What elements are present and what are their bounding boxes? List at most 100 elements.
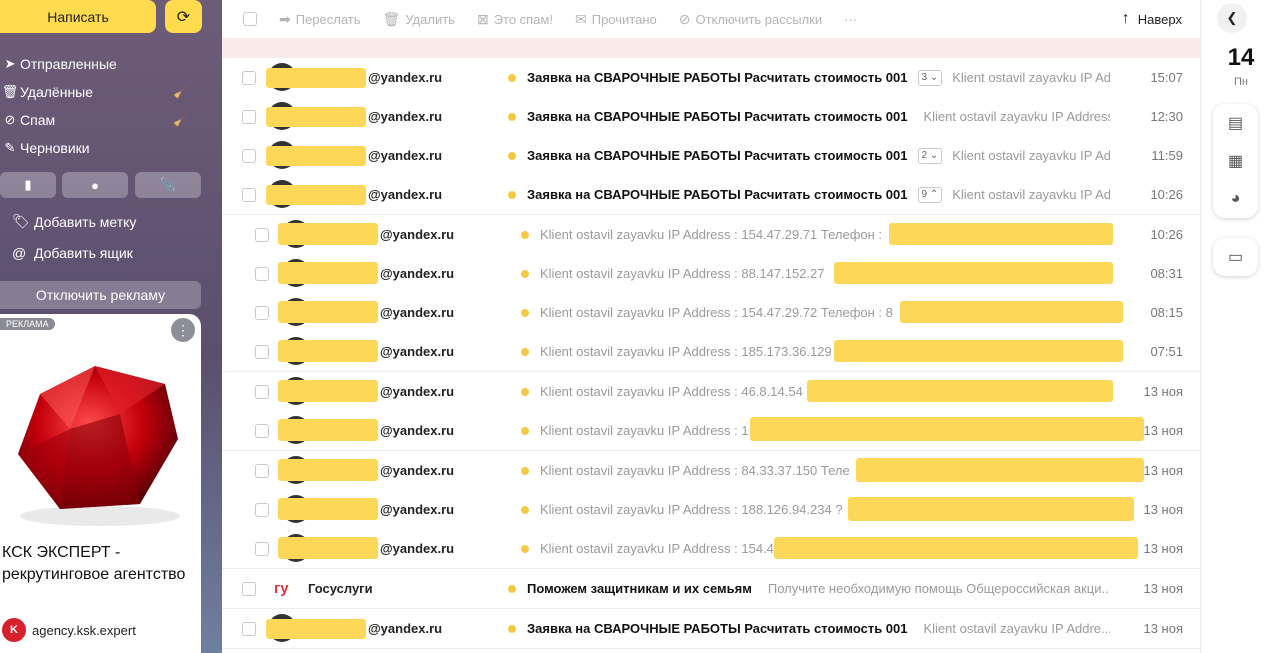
select-all-checkbox[interactable] <box>243 12 257 26</box>
thread-count[interactable]: 3 ⌄ <box>917 69 943 86</box>
pie-chart-icon[interactable]: ◕ <box>1213 180 1258 218</box>
gosuslugi-logo-icon: гу <box>274 580 289 597</box>
widgets-icon[interactable]: ▦ <box>1213 142 1258 180</box>
snippet: Klient ostavil zayavku IP Address : 154.… <box>540 541 774 556</box>
unread-dot[interactable] <box>508 624 516 633</box>
redaction-mask <box>889 223 1113 245</box>
thread-row[interactable]: @yandex.ru Klient ostavil zayavku IP Add… <box>222 215 1200 255</box>
note-icon[interactable]: ▭ <box>1213 238 1258 276</box>
unread-dot[interactable] <box>521 308 529 317</box>
thread-row[interactable]: @yandex.ru Klient ostavil zayavku IP Add… <box>222 411 1200 451</box>
message-checkbox[interactable] <box>242 621 256 636</box>
more-button[interactable]: ··· <box>844 12 857 27</box>
message-checkbox[interactable] <box>255 384 269 399</box>
thread-row[interactable]: @yandex.ru Klient ostavil zayavku IP Add… <box>222 372 1200 412</box>
folder-drafts[interactable]: ✎ Черновики <box>0 135 200 161</box>
thread-row[interactable]: @yandex.ru Klient ostavil zayavku IP Add… <box>222 293 1200 333</box>
ad-site[interactable]: Kagency.ksk.expert <box>2 618 136 642</box>
message-row[interactable]: @yandex.ru Заявка на СВАРОЧНЫЕ РАБОТЫ Ра… <box>222 97 1200 137</box>
time: 13 ноя <box>1143 581 1183 596</box>
thread-row[interactable]: @yandex.ru Klient ostavil zayavku IP Add… <box>222 332 1200 372</box>
thread-count[interactable]: 2 ⌄ <box>917 147 943 164</box>
partial-message-row[interactable] <box>222 38 1200 59</box>
clean-icon[interactable]: 🧹 <box>173 85 188 99</box>
attachment-filter-button[interactable]: 📎 <box>135 172 201 198</box>
ad-title[interactable]: КСК ЭКСПЕРТ - рекрутинговое агентство <box>2 542 192 586</box>
thread-count[interactable]: 9 ⌃ <box>917 186 943 203</box>
folder-trash[interactable]: 🗑 Удалённые 🧹 <box>0 79 200 105</box>
folder-sent[interactable]: ➤ Отправленные <box>0 51 200 77</box>
unread-dot[interactable] <box>508 73 516 82</box>
add-box-link[interactable]: @ Добавить ящик <box>12 245 133 261</box>
thread-row[interactable]: @yandex.ru Klient ostavil zayavku IP Add… <box>222 254 1200 294</box>
unread-dot[interactable] <box>521 347 529 356</box>
compose-button[interactable]: Написать <box>0 0 156 33</box>
message-row[interactable]: гу Госуслуги Поможем защитникам и их сем… <box>222 569 1200 609</box>
message-row[interactable]: @yandex.ru Заявка на СВАРОЧНЫЕ РАБОТЫ Ра… <box>222 175 1200 215</box>
folder-label: Отправленные <box>20 56 117 72</box>
message-checkbox[interactable] <box>242 109 256 124</box>
time: 10:26 <box>1150 187 1183 202</box>
unread-dot[interactable] <box>521 387 529 396</box>
message-checkbox[interactable] <box>242 70 256 85</box>
redaction-mask <box>900 301 1123 323</box>
time: 12:30 <box>1150 109 1183 124</box>
message-row[interactable]: @yandex.ru Заявка на СВАРОЧНЫЕ РАБОТЫ Ра… <box>222 609 1200 649</box>
message-checkbox[interactable] <box>255 266 269 281</box>
unread-dot[interactable] <box>521 544 529 553</box>
scroll-top-button[interactable]: ↑ Наверх <box>1122 10 1182 28</box>
apps-panel: ▤ ▦ ◕ <box>1213 104 1258 218</box>
unread-dot[interactable] <box>521 230 529 239</box>
message-checkbox[interactable] <box>255 423 269 438</box>
message-body: Заявка на СВАРОЧНЫЕ РАБОТЫ Расчитать сто… <box>527 621 1110 636</box>
unsubscribe-button[interactable]: ⊘ Отключить рассылки <box>679 11 822 28</box>
tag-icon: 🏷 <box>12 213 30 229</box>
message-checkbox[interactable] <box>255 463 269 478</box>
message-checkbox[interactable] <box>255 502 269 517</box>
top-label: Наверх <box>1137 11 1182 27</box>
thread-row[interactable]: @yandex.ru Klient ostavil zayavku IP Add… <box>222 529 1200 569</box>
add-label-text: Добавить метку <box>34 213 137 230</box>
notes-icon[interactable]: ▤ <box>1213 104 1258 142</box>
message-checkbox[interactable] <box>242 581 256 596</box>
spam-button[interactable]: ⊠ Это спам! <box>477 11 553 28</box>
unread-filter-button[interactable]: ● <box>62 172 128 198</box>
message-row[interactable]: @yandex.ru Заявка на СВАРОЧНЫЕ РАБОТЫ Ра… <box>222 136 1200 176</box>
message-checkbox[interactable] <box>255 344 269 359</box>
message-checkbox[interactable] <box>255 227 269 242</box>
mark-read-button[interactable]: ✉ Прочитано <box>575 11 657 28</box>
thread-row[interactable]: @yandex.ru Klient ostavil zayavku IP Add… <box>222 451 1200 491</box>
unread-dot[interactable] <box>521 426 529 435</box>
snippet: Klient ostavil zayavku IP Address <box>952 70 1110 85</box>
message-body: Поможем защитникам и их семьям Получите н… <box>527 581 1110 596</box>
clean-icon[interactable]: 🧹 <box>173 113 188 127</box>
trash-icon: 🗑 <box>382 10 401 27</box>
unread-dot[interactable] <box>508 190 516 199</box>
ad-banner[interactable]: РЕКЛАМА ⋮ КСК ЭКСПЕРТ - рекрутинговое аг… <box>0 314 201 653</box>
unread-dot[interactable] <box>521 269 529 278</box>
message-row[interactable]: @yandex.ru Заявка на СВАРОЧНЫЕ РАБОТЫ Ра… <box>222 58 1200 98</box>
folder-spam[interactable]: ⊘ Спам 🧹 <box>0 107 200 133</box>
sidebar: Написать ⟳ ➤ Отправленные 🗑 Удалённые 🧹 ⊘ С… <box>0 0 222 653</box>
more-icon[interactable]: ⋮ <box>171 318 195 342</box>
disable-ads-button[interactable]: Отключить рекламу <box>0 281 201 309</box>
refresh-button[interactable]: ⟳ <box>165 0 202 33</box>
message-checkbox[interactable] <box>242 148 256 163</box>
unread-dot[interactable] <box>521 505 529 514</box>
time: 11:59 <box>1151 148 1183 163</box>
calendar-day[interactable]: 14 <box>1201 44 1280 72</box>
bookmark-filter-button[interactable]: ▮ <box>0 172 56 198</box>
redaction-mask <box>856 458 1144 482</box>
delete-button[interactable]: 🗑 Удалить <box>383 11 455 28</box>
unread-dot[interactable] <box>508 584 516 593</box>
message-checkbox[interactable] <box>255 541 269 556</box>
message-checkbox[interactable] <box>255 305 269 320</box>
unread-dot[interactable] <box>521 466 529 475</box>
unread-dot[interactable] <box>508 112 516 121</box>
collapse-button[interactable]: ❮ <box>1217 3 1247 33</box>
unread-dot[interactable] <box>508 151 516 160</box>
message-checkbox[interactable] <box>242 187 256 202</box>
add-label-link[interactable]: 🏷 Добавить метку <box>12 213 136 230</box>
thread-row[interactable]: @yandex.ru Klient ostavil zayavku IP Add… <box>222 490 1200 530</box>
forward-button[interactable]: ➡ Переслать <box>279 11 361 28</box>
